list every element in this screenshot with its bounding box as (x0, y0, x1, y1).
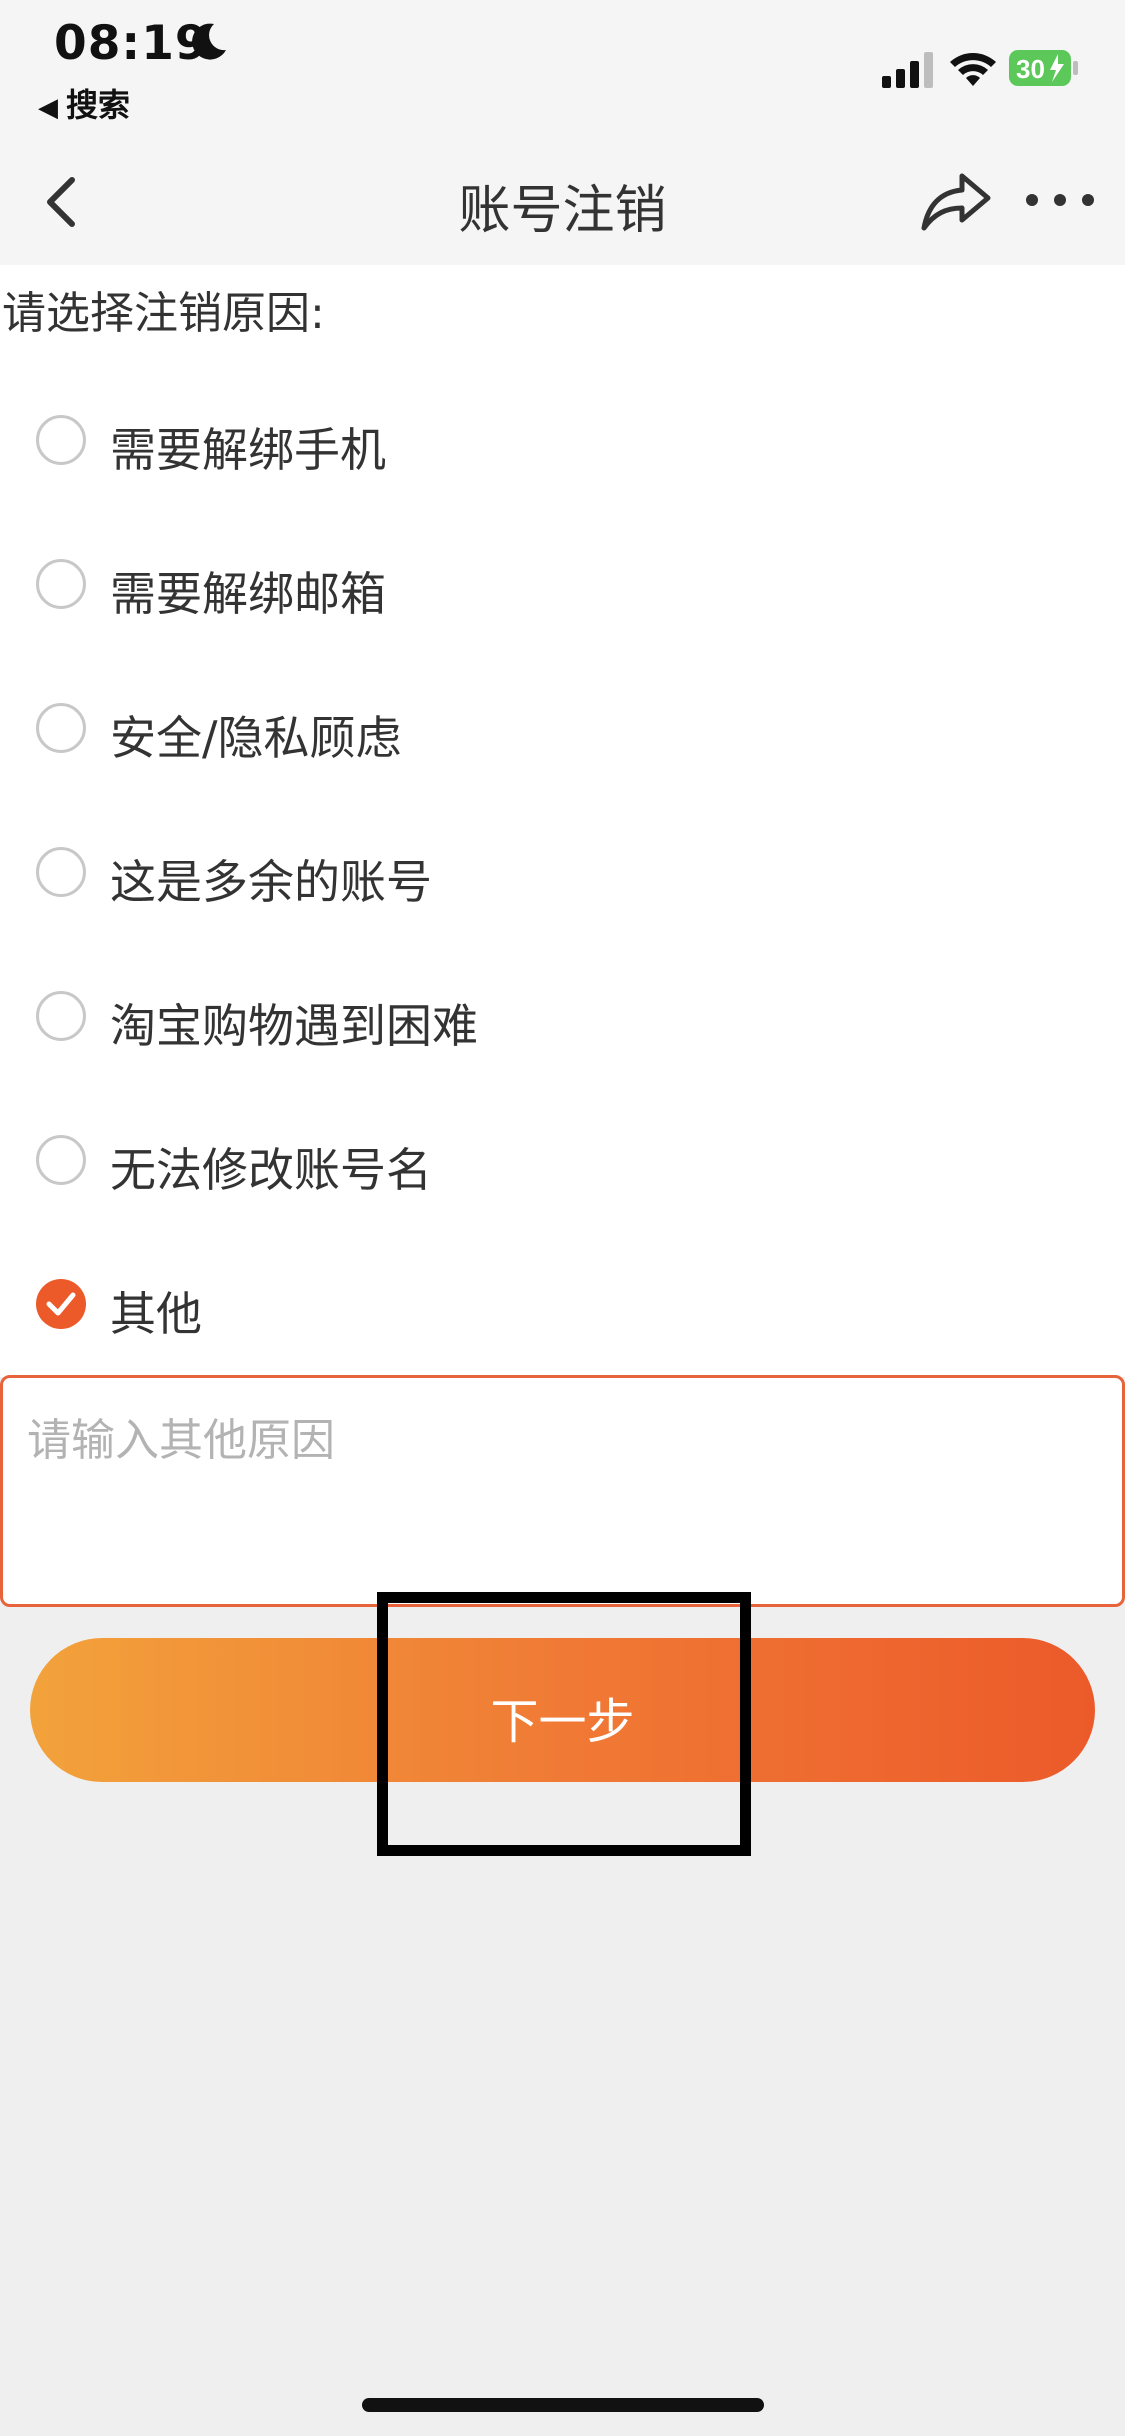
reason-option-unbind-phone[interactable]: 需要解绑手机 (0, 390, 1125, 490)
moon-icon (192, 23, 226, 60)
reason-option-other[interactable]: 其他 (0, 1254, 1125, 1354)
reason-label: 这是多余的账号 (110, 855, 432, 909)
reason-option-cannot-rename[interactable]: 无法修改账号名 (0, 1110, 1125, 1210)
signal-icon (882, 52, 933, 88)
other-reason-placeholder: 请输入其他原因 (27, 1415, 335, 1466)
reason-option-redundant-account[interactable]: 这是多余的账号 (0, 822, 1125, 922)
home-indicator[interactable] (362, 2398, 764, 2412)
radio-button[interactable] (36, 991, 86, 1041)
wifi-icon (950, 53, 996, 86)
screen: 08:19 ◀ 搜索 30 账号注销 请选择注销原因: 需要解绑手机 需要解绑邮… (0, 0, 1125, 2436)
battery-level: 30 (1016, 54, 1045, 84)
back-to-app-link[interactable]: ◀ 搜索 (38, 80, 130, 126)
reason-prompt: 请选择注销原因: (2, 288, 325, 339)
radio-button[interactable] (36, 415, 86, 465)
status-bar: 08:19 ◀ 搜索 30 (0, 0, 1125, 140)
reason-label: 需要解绑手机 (110, 423, 386, 477)
other-reason-input[interactable]: 请输入其他原因 (0, 1375, 1125, 1607)
highlight-box (377, 1592, 751, 1856)
reason-label: 需要解绑邮箱 (110, 567, 386, 621)
reason-option-shopping-trouble[interactable]: 淘宝购物遇到困难 (0, 966, 1125, 1066)
reason-label: 安全/隐私顾虑 (110, 711, 402, 765)
radio-button[interactable] (36, 1135, 86, 1185)
more-icon[interactable] (1024, 180, 1096, 220)
share-icon[interactable] (920, 170, 992, 232)
nav-bar: 账号注销 (0, 140, 1125, 265)
back-triangle-icon: ◀ (38, 93, 58, 123)
radio-button[interactable] (36, 847, 86, 897)
reason-option-privacy[interactable]: 安全/隐私顾虑 (0, 678, 1125, 778)
radio-button[interactable] (36, 703, 86, 753)
reason-card: 请选择注销原因: 需要解绑手机 需要解绑邮箱 安全/隐私顾虑 这是多余的账号 淘… (0, 265, 1125, 1377)
battery-charging-icon: 30 (1009, 50, 1078, 86)
reason-label: 淘宝购物遇到困难 (110, 999, 478, 1053)
reason-label: 其他 (110, 1287, 202, 1341)
checkmark-icon (46, 1292, 76, 1316)
radio-button[interactable] (36, 559, 86, 609)
reason-option-unbind-email[interactable]: 需要解绑邮箱 (0, 534, 1125, 634)
radio-button-checked[interactable] (36, 1279, 86, 1329)
reason-label: 无法修改账号名 (110, 1143, 432, 1197)
back-app-label: 搜索 (66, 86, 131, 124)
